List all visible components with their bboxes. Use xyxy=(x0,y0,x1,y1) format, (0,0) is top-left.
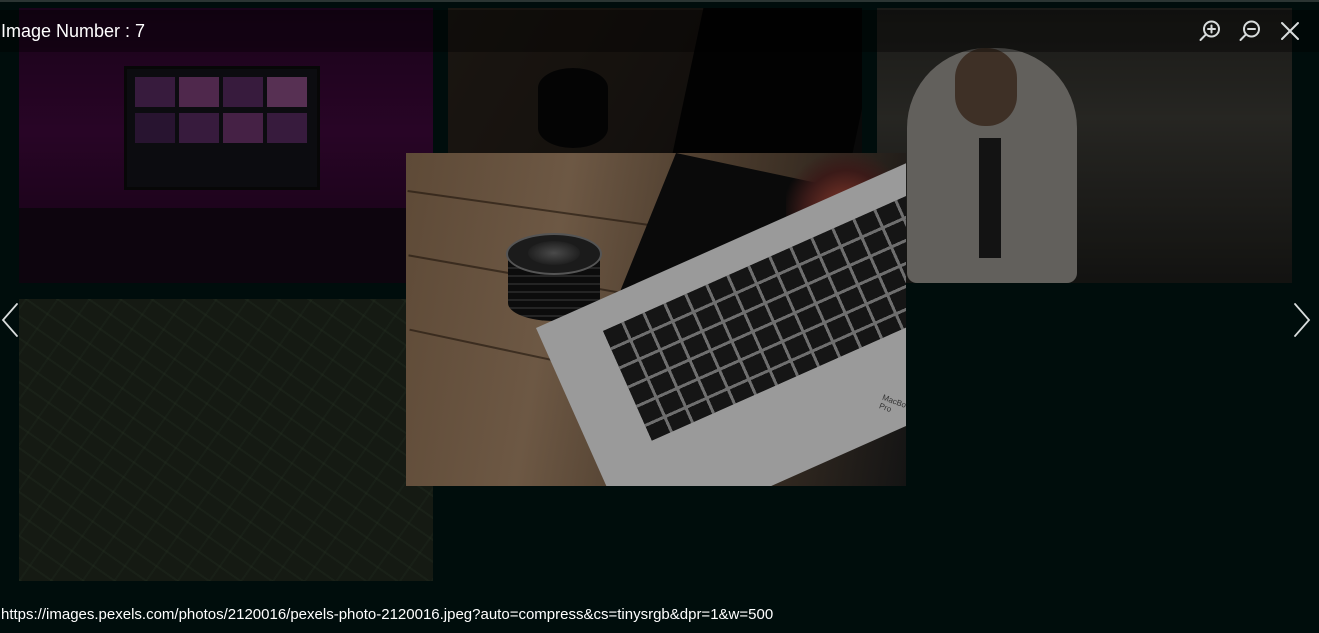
close-icon xyxy=(1281,22,1299,40)
top-border xyxy=(0,0,1319,2)
close-button[interactable] xyxy=(1277,18,1303,44)
main-photo[interactable]: MacBook Pro xyxy=(406,153,906,486)
thumbnail-desk-graphic xyxy=(19,208,433,283)
thumbnail-monitor-graphic xyxy=(124,66,320,190)
image-number-title: Image Number : 7 xyxy=(1,21,146,41)
zoom-out-button[interactable] xyxy=(1238,18,1264,44)
chevron-left-icon xyxy=(1,303,18,337)
zoom-out-icon xyxy=(1239,20,1260,41)
zoom-in-icon xyxy=(1199,20,1220,41)
zoom-in-button[interactable] xyxy=(1198,18,1224,44)
viewer-header xyxy=(0,10,1319,52)
gallery-thumbnail[interactable] xyxy=(19,299,433,581)
thumbnail-lens-graphic xyxy=(538,68,608,148)
previous-image-button[interactable] xyxy=(0,300,22,340)
thumbnail-tie-graphic xyxy=(979,138,1001,258)
next-image-button[interactable] xyxy=(1291,300,1313,340)
thumbnail-head-graphic xyxy=(955,48,1017,126)
image-source-url: https://images.pexels.com/photos/2120016… xyxy=(1,606,774,623)
chevron-right-icon xyxy=(1294,303,1311,337)
thumbnail-person-graphic xyxy=(907,48,1077,283)
